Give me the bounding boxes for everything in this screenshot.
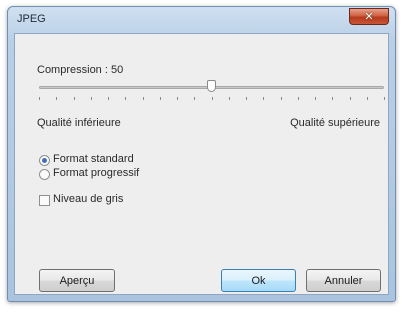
slider-tick (297, 97, 299, 100)
compression-slider-thumb[interactable] (207, 80, 216, 92)
slider-tick (56, 97, 58, 100)
slider-tick (194, 97, 196, 100)
slider-tick (177, 97, 178, 100)
slider-tick (73, 97, 75, 100)
format-progressive-label[interactable]: Format progressif (53, 167, 139, 179)
slider-tick (211, 97, 213, 100)
slider-tick (125, 97, 127, 100)
slider-tick (349, 97, 351, 100)
format-standard-label[interactable]: Format standard (53, 153, 134, 165)
cancel-button[interactable]: Annuler (306, 269, 381, 292)
slider-tick (332, 97, 334, 100)
dialog-client-area: Compression : 50 Qualité inférieure Qual… (14, 33, 389, 295)
quality-low-label: Qualité inférieure (37, 117, 121, 129)
slider-tick (142, 97, 144, 100)
close-icon: ✕ (364, 11, 374, 23)
slider-tick (39, 97, 40, 100)
window-title: JPEG (17, 13, 46, 25)
slider-tick (159, 97, 161, 100)
slider-tick (246, 97, 247, 100)
slider-tick (108, 97, 109, 100)
slider-tick (384, 97, 385, 100)
slider-tick (315, 97, 316, 100)
grayscale-checkbox[interactable] (39, 195, 50, 206)
slider-tick (90, 97, 92, 100)
ok-button[interactable]: Ok (221, 269, 296, 292)
grayscale-label[interactable]: Niveau de gris (53, 193, 123, 205)
format-progressive-radio[interactable] (39, 169, 50, 180)
compression-label: Compression : 50 (37, 64, 124, 76)
preview-button[interactable]: Aperçu (39, 269, 115, 292)
slider-tick (263, 97, 265, 100)
slider-tick (228, 97, 230, 100)
title-bar[interactable]: JPEG ✕ (8, 7, 395, 33)
slider-tick (366, 97, 368, 100)
dialog-window: JPEG ✕ Compression : 50 Qualité inférieu… (7, 6, 396, 302)
format-standard-radio[interactable] (39, 155, 50, 166)
close-button[interactable]: ✕ (349, 8, 389, 25)
quality-high-label: Qualité supérieure (290, 117, 380, 129)
slider-tick (280, 97, 282, 100)
